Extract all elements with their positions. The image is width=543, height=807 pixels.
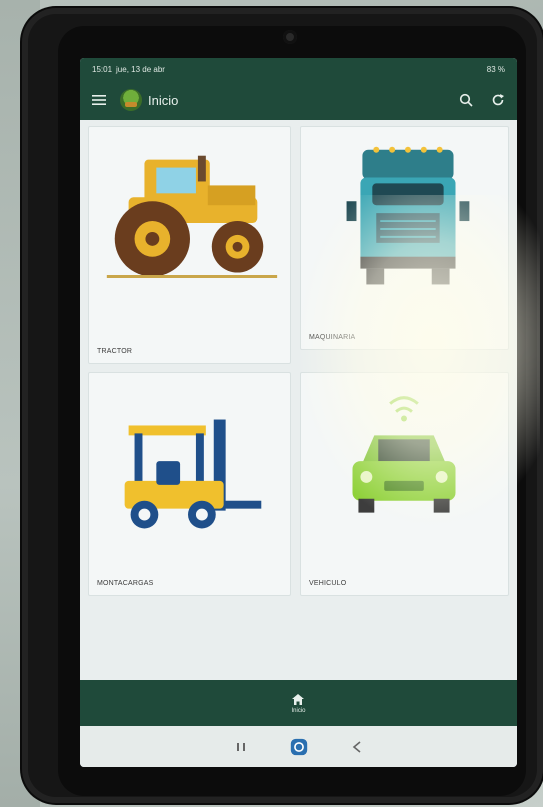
battery-level: 83 %: [486, 64, 505, 74]
card-label: MONTACARGAS: [97, 580, 154, 587]
back-icon[interactable]: [348, 738, 366, 756]
forklift-icon: [124, 419, 262, 529]
category-grid: TRACTOR MAQUINARIA MONTACARGAS VEHICULO: [86, 124, 511, 680]
bottom-navigation: Inicio: [80, 680, 517, 726]
card-label: VEHICULO: [309, 580, 347, 587]
tablet-screen: 15:01 jue, 13 de abr 83 % Inicio TRACTOR…: [80, 58, 517, 767]
home-icon: [292, 693, 305, 705]
truck-icon: [346, 146, 470, 285]
front-camera: [283, 30, 297, 44]
tractor-logo-icon: [120, 89, 142, 111]
recents-icon[interactable]: [232, 738, 250, 756]
status-time: 15:01: [92, 64, 113, 74]
hamburger-menu-icon[interactable]: [90, 91, 108, 109]
refresh-icon[interactable]: [489, 91, 507, 109]
nav-home-label: Inicio: [291, 707, 306, 714]
card-car[interactable]: VEHICULO: [300, 372, 509, 596]
connected-car-icon: [352, 396, 456, 513]
app-bar: Inicio: [80, 80, 517, 120]
card-tractor[interactable]: TRACTOR: [88, 126, 291, 364]
search-icon[interactable]: [457, 91, 475, 109]
card-label: TRACTOR: [97, 348, 133, 355]
tractor-icon: [106, 155, 278, 278]
status-bar: 15:01 jue, 13 de abr 83 %: [80, 58, 517, 80]
app-title: Inicio: [148, 92, 179, 108]
status-date: jue, 13 de abr: [116, 64, 165, 74]
card-truck[interactable]: MAQUINARIA: [300, 126, 509, 350]
nav-home-button[interactable]: Inicio: [291, 693, 306, 714]
system-navigation-bar: [80, 726, 517, 767]
card-forklift[interactable]: MONTACARGAS: [88, 372, 291, 596]
card-label: MAQUINARIA: [309, 334, 356, 341]
system-home-icon[interactable]: [290, 738, 308, 756]
